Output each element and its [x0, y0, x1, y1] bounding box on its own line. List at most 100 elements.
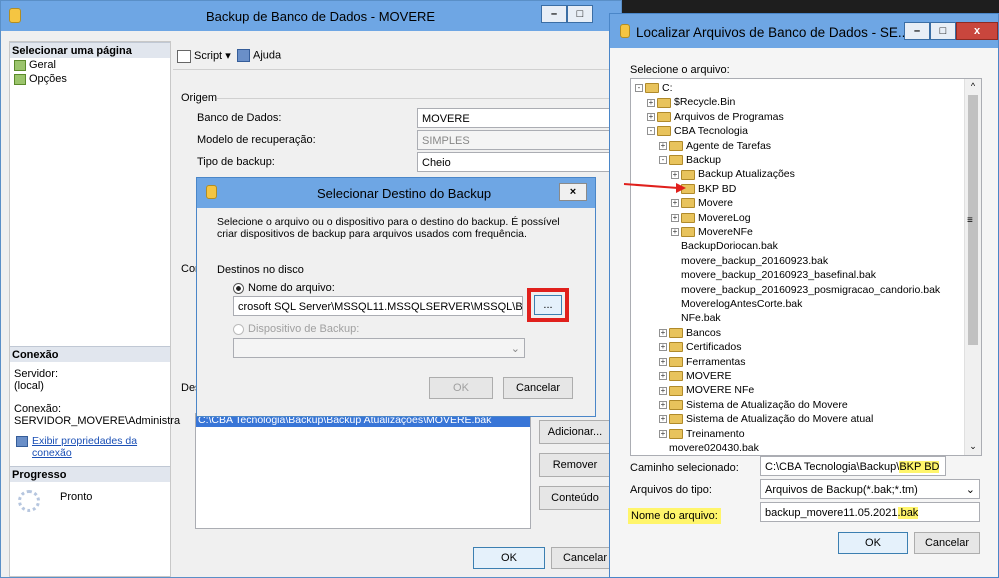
- locate-minimize-button[interactable]: –: [904, 22, 930, 40]
- device-select: ⌄: [233, 338, 525, 358]
- tree-folder[interactable]: + MovereNFe: [671, 225, 753, 239]
- select-file-label: Selecione o arquivo:: [630, 64, 730, 76]
- tree-folder[interactable]: + Sistema de Atualização do Movere: [659, 398, 848, 412]
- page-icon: [14, 73, 26, 85]
- ok-button[interactable]: OK: [473, 547, 545, 569]
- filetype-select[interactable]: Arquivos de Backup(*.bak;*.tm) ⌄: [760, 479, 980, 499]
- script-button[interactable]: Script ▾: [177, 49, 231, 63]
- page-icon: [14, 59, 26, 71]
- tree-folder[interactable]: + Ferramentas: [659, 355, 746, 369]
- expand-icon[interactable]: +: [647, 113, 655, 122]
- db-select[interactable]: MOVERE: [417, 108, 623, 128]
- locate-close-button[interactable]: x: [956, 22, 998, 40]
- tree-label: C:: [662, 82, 673, 94]
- page-opcoes[interactable]: Opções: [14, 73, 67, 85]
- tree-folder[interactable]: + MovereLog: [671, 211, 751, 225]
- content-button[interactable]: Conteúdo: [539, 486, 611, 510]
- browse-button[interactable]: ...: [534, 295, 562, 315]
- tree-label: Agente de Tarefas: [686, 139, 772, 152]
- folder-icon: [681, 227, 695, 238]
- locate-maximize-button[interactable]: □: [930, 22, 956, 40]
- chevron-down-icon: ⌄: [965, 484, 975, 496]
- scroll-grip-icon: ≡: [967, 215, 973, 226]
- collapse-icon[interactable]: -: [647, 127, 655, 136]
- expand-icon[interactable]: +: [659, 141, 667, 150]
- tree-folder[interactable]: + MOVERE: [659, 369, 732, 383]
- tree-label: Sistema de Atualização do Movere atual: [686, 413, 874, 426]
- tree-file[interactable]: movere_backup_20160923_basefinal.bak: [671, 268, 876, 282]
- tree-folder[interactable]: - CBA Tecnologia: [647, 124, 748, 138]
- expand-icon[interactable]: +: [659, 415, 667, 424]
- file-tree[interactable]: - C: + $Recycle.Bin + Arquivos de Programas - C…: [630, 78, 982, 456]
- view-properties-link[interactable]: Exibir propriedades da conexão: [32, 435, 162, 459]
- expand-icon[interactable]: +: [659, 401, 667, 410]
- expand-icon[interactable]: +: [659, 343, 667, 352]
- locate-titlebar[interactable]: Localizar Arquivos de Banco de Dados - S…: [610, 14, 998, 48]
- progress-header: Progresso: [10, 466, 170, 482]
- collapse-icon[interactable]: -: [635, 84, 643, 93]
- folder-icon: [669, 328, 683, 339]
- tree-folder[interactable]: + Treinamento: [659, 427, 745, 441]
- folder-icon: [669, 356, 683, 367]
- tree-label: MoverelogAntesCorte.bak: [681, 298, 803, 310]
- expand-icon[interactable]: +: [659, 357, 667, 366]
- tree-file[interactable]: movere_backup_20160923.bak: [671, 254, 828, 268]
- help-button[interactable]: Ajuda: [237, 49, 281, 62]
- tree-label: Bancos: [686, 326, 722, 339]
- folder-icon: [657, 126, 671, 137]
- tree-file[interactable]: NFe.bak: [671, 311, 721, 325]
- remove-button[interactable]: Remover: [539, 453, 611, 477]
- expand-icon[interactable]: +: [659, 429, 667, 438]
- tree-folder[interactable]: + MOVERE NFe: [659, 383, 754, 397]
- tree-label: $Recycle.Bin: [674, 96, 736, 109]
- tree-file[interactable]: movere020430.bak: [659, 441, 759, 455]
- file-path-input[interactable]: crosoft SQL Server\MSSQL11.MSSQLSERVER\M…: [233, 296, 523, 316]
- locate-cancel-button[interactable]: Cancelar: [914, 532, 980, 554]
- folder-icon: [657, 97, 671, 108]
- tree-folder[interactable]: + Arquivos de Programas: [647, 110, 784, 124]
- maximize-button[interactable]: □: [567, 5, 593, 23]
- tree-folder[interactable]: + $Recycle.Bin: [647, 95, 735, 109]
- collapse-icon[interactable]: -: [659, 156, 667, 165]
- tree-folder[interactable]: + Sistema de Atualização do Movere atual: [659, 412, 873, 426]
- expand-icon[interactable]: +: [671, 213, 679, 222]
- tree-scrollbar[interactable]: ^ ≡ ⌄: [964, 79, 981, 455]
- folder-icon: [657, 112, 671, 123]
- backup-titlebar[interactable]: Backup de Banco de Dados - MOVERE – □: [1, 1, 621, 31]
- tree-file[interactable]: movere_backup_20160923_posmigracao_cando…: [671, 283, 940, 297]
- file-option-radio[interactable]: Nome do arquivo:: [233, 282, 335, 294]
- tree-folder[interactable]: - C:: [635, 81, 673, 95]
- expand-icon[interactable]: +: [671, 199, 679, 208]
- tree-folder[interactable]: + Bancos: [659, 326, 721, 340]
- tree-file[interactable]: BackupDoriocan.bak: [671, 239, 778, 253]
- add-button[interactable]: Adicionar...: [539, 420, 611, 444]
- tree-folder[interactable]: - Backup: [659, 153, 721, 167]
- expand-icon[interactable]: +: [659, 386, 667, 395]
- origem-line: [217, 98, 623, 99]
- expand-icon[interactable]: +: [659, 329, 667, 338]
- minimize-button[interactable]: –: [541, 5, 567, 23]
- type-select[interactable]: Cheio: [417, 152, 623, 172]
- tree-folder[interactable]: + Movere: [671, 196, 733, 210]
- tree-folder[interactable]: + Certificados: [659, 340, 741, 354]
- dialog-close-button[interactable]: ×: [559, 183, 587, 201]
- path-field[interactable]: C:\CBA Tecnologia\Backup\BKP BD: [760, 456, 946, 476]
- browse-highlight: ...: [527, 288, 569, 322]
- destination-dialog: Selecionar Destino do Backup × Selecione…: [196, 177, 596, 417]
- tree-file[interactable]: MoverelogAntesCorte.bak: [671, 297, 802, 311]
- tree-label: MovereNFe: [698, 226, 753, 238]
- scroll-up-button[interactable]: ^: [967, 81, 979, 93]
- tree-folder[interactable]: + Agente de Tarefas: [659, 139, 771, 153]
- locate-ok-button[interactable]: OK: [838, 532, 908, 554]
- expand-icon[interactable]: +: [659, 372, 667, 381]
- dialog-cancel-button[interactable]: Cancelar: [503, 377, 573, 399]
- expand-icon[interactable]: +: [647, 98, 655, 107]
- page-geral[interactable]: Geral: [14, 59, 56, 71]
- connection-header: Conexão: [10, 346, 170, 362]
- filename-input[interactable]: backup_movere11.05.2021.bak: [760, 502, 980, 522]
- dialog-titlebar[interactable]: Selecionar Destino do Backup ×: [197, 178, 595, 208]
- expand-icon[interactable]: +: [671, 228, 679, 237]
- device-option-radio[interactable]: Dispositivo de Backup:: [233, 323, 359, 335]
- destination-list[interactable]: C:\CBA Tecnologia\Backup\Backup Atualiza…: [195, 413, 531, 529]
- scroll-down-button[interactable]: ⌄: [967, 441, 979, 453]
